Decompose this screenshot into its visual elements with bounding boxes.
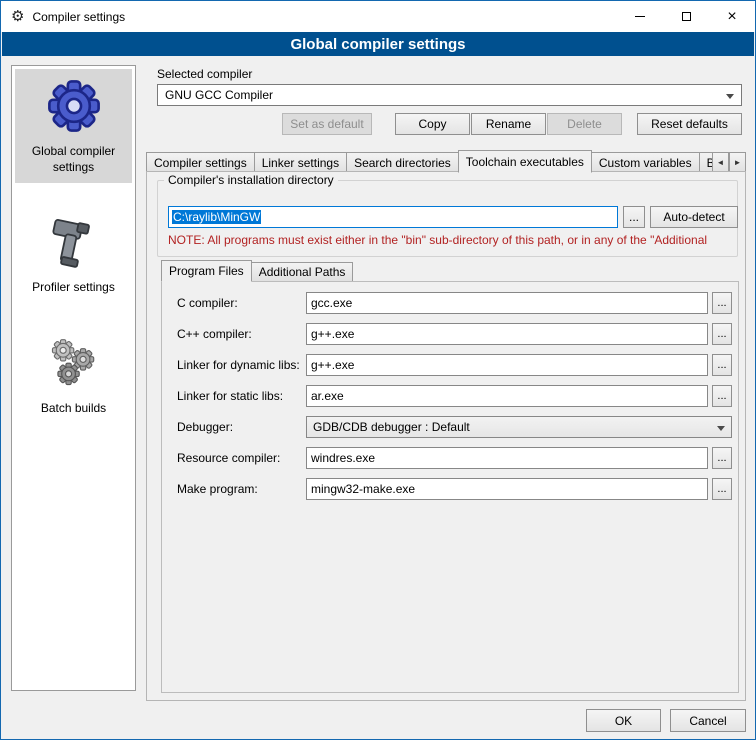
tab-additional-paths[interactable]: Additional Paths [251,262,354,282]
tab-strip: Compiler settingsLinker settingsSearch d… [146,150,712,173]
window-controls: × [617,1,755,32]
field-row-make-program: Make program:... [162,478,738,500]
dialog-header-title: Global compiler settings [290,36,465,53]
selected-compiler-value: GNU GCC Compiler [165,88,273,102]
field-row-debugger: Debugger: GDB/CDB debugger : Default [162,416,738,438]
maximize-button[interactable] [663,1,709,32]
titlebar: ⚙ Compiler settings × [1,1,755,32]
close-icon: × [727,9,736,25]
close-button[interactable]: × [709,1,755,32]
sidebar-items: Global compiler settings Profiler setting… [12,69,135,424]
sidebar-item-label: Global compiler settings [17,144,130,175]
cpp-compiler-input[interactable] [306,323,708,345]
debugger-value: GDB/CDB debugger : Default [313,420,470,434]
toolchain-executables-panel: Compiler's installation directory C:\ray… [146,171,746,701]
debugger-label: Debugger: [177,420,233,434]
resource-compiler-label: Resource compiler: [177,451,280,465]
delete-button: Delete [547,113,622,135]
maximize-icon [682,12,691,21]
rename-button[interactable]: Rename [471,113,546,135]
resource-compiler-input[interactable] [306,447,708,469]
browse-resource-compiler-button[interactable]: ... [712,447,732,469]
profiler-tool-icon [45,213,103,274]
tab-scroll-right-button[interactable]: ► [729,152,746,172]
field-row-linker-static-libs: Linker for static libs:... [162,385,738,407]
c-compiler-label: C compiler: [177,296,238,310]
browse-make-program-button[interactable]: ... [712,478,732,500]
selected-compiler-label: Selected compiler [157,67,252,81]
program-files-panel: C compiler:...C++ compiler:...Linker for… [161,281,739,693]
make-program-input[interactable] [306,478,708,500]
selected-compiler-combo[interactable]: GNU GCC Compiler [157,84,742,106]
field-row-cpp-compiler: C++ compiler:... [162,323,738,345]
c-compiler-input[interactable] [306,292,708,314]
reset-defaults-button[interactable]: Reset defaults [637,113,742,135]
browse-c-compiler-button[interactable]: ... [712,292,732,314]
ok-button[interactable]: OK [586,709,661,732]
sidebar-item-global-compiler-settings[interactable]: Global compiler settings [15,69,132,183]
tab-scroll-left-button[interactable]: ◄ [712,152,729,172]
browse-cpp-compiler-button[interactable]: ... [712,323,732,345]
tab-linker-settings[interactable]: Linker settings [254,152,347,173]
minimize-button[interactable] [617,1,663,32]
installation-directory-value: C:\raylib\MinGW [172,210,261,224]
sidebar-item-label: Profiler settings [17,280,130,296]
set-as-default-button: Set as default [282,113,372,135]
installation-directory-input[interactable]: C:\raylib\MinGW [168,206,618,228]
field-row-c-compiler: C compiler:... [162,292,738,314]
dialog-header: Global compiler settings [2,32,754,56]
minimize-icon [635,16,645,17]
make-program-label: Make program: [177,482,258,496]
installation-directory-group-title: Compiler's installation directory [164,173,338,187]
sidebar-item-batch-builds[interactable]: Batch builds [15,326,132,425]
linker-static-libs-label: Linker for static libs: [177,389,283,403]
compiler-settings-window: ⚙ Compiler settings × Global compiler se… [0,0,756,740]
tab-custom-variables[interactable]: Custom variables [591,152,700,173]
sidebar-item-profiler-settings[interactable]: Profiler settings [15,205,132,304]
browse-installation-directory-button[interactable]: ... [623,206,645,228]
cancel-button[interactable]: Cancel [670,709,746,732]
sidebar-item-label: Batch builds [17,401,130,417]
tab-build[interactable]: Build [699,152,712,173]
copy-button[interactable]: Copy [395,113,470,135]
tab-toolchain-executables[interactable]: Toolchain executables [458,150,592,173]
linker-dynamic-libs-label: Linker for dynamic libs: [177,358,300,372]
autodetect-button[interactable]: Auto-detect [650,206,738,228]
window-title: Compiler settings [32,10,125,24]
browse-linker-static-libs-button[interactable]: ... [712,385,732,407]
blue-gear-icon [45,77,103,138]
tab-search-directories[interactable]: Search directories [346,152,459,173]
debugger-combo[interactable]: GDB/CDB debugger : Default [306,416,732,438]
app-icon: ⚙ [11,9,24,24]
tab-compiler-settings[interactable]: Compiler settings [146,152,255,173]
gray-gears-icon [45,334,103,395]
inner-tab-strip: Program FilesAdditional Paths [161,260,352,282]
field-row-resource-compiler: Resource compiler:... [162,447,738,469]
sidebar: Global compiler settings Profiler setting… [11,65,136,691]
browse-linker-dynamic-libs-button[interactable]: ... [712,354,732,376]
cpp-compiler-label: C++ compiler: [177,327,252,341]
linker-static-libs-input[interactable] [306,385,708,407]
chevron-down-icon [726,94,734,103]
field-row-linker-dynamic-libs: Linker for dynamic libs:... [162,354,738,376]
chevron-down-icon [717,426,725,435]
linker-dynamic-libs-input[interactable] [306,354,708,376]
install-dir-note: NOTE: All programs must exist either in … [168,233,738,247]
tab-program-files[interactable]: Program Files [161,260,252,282]
